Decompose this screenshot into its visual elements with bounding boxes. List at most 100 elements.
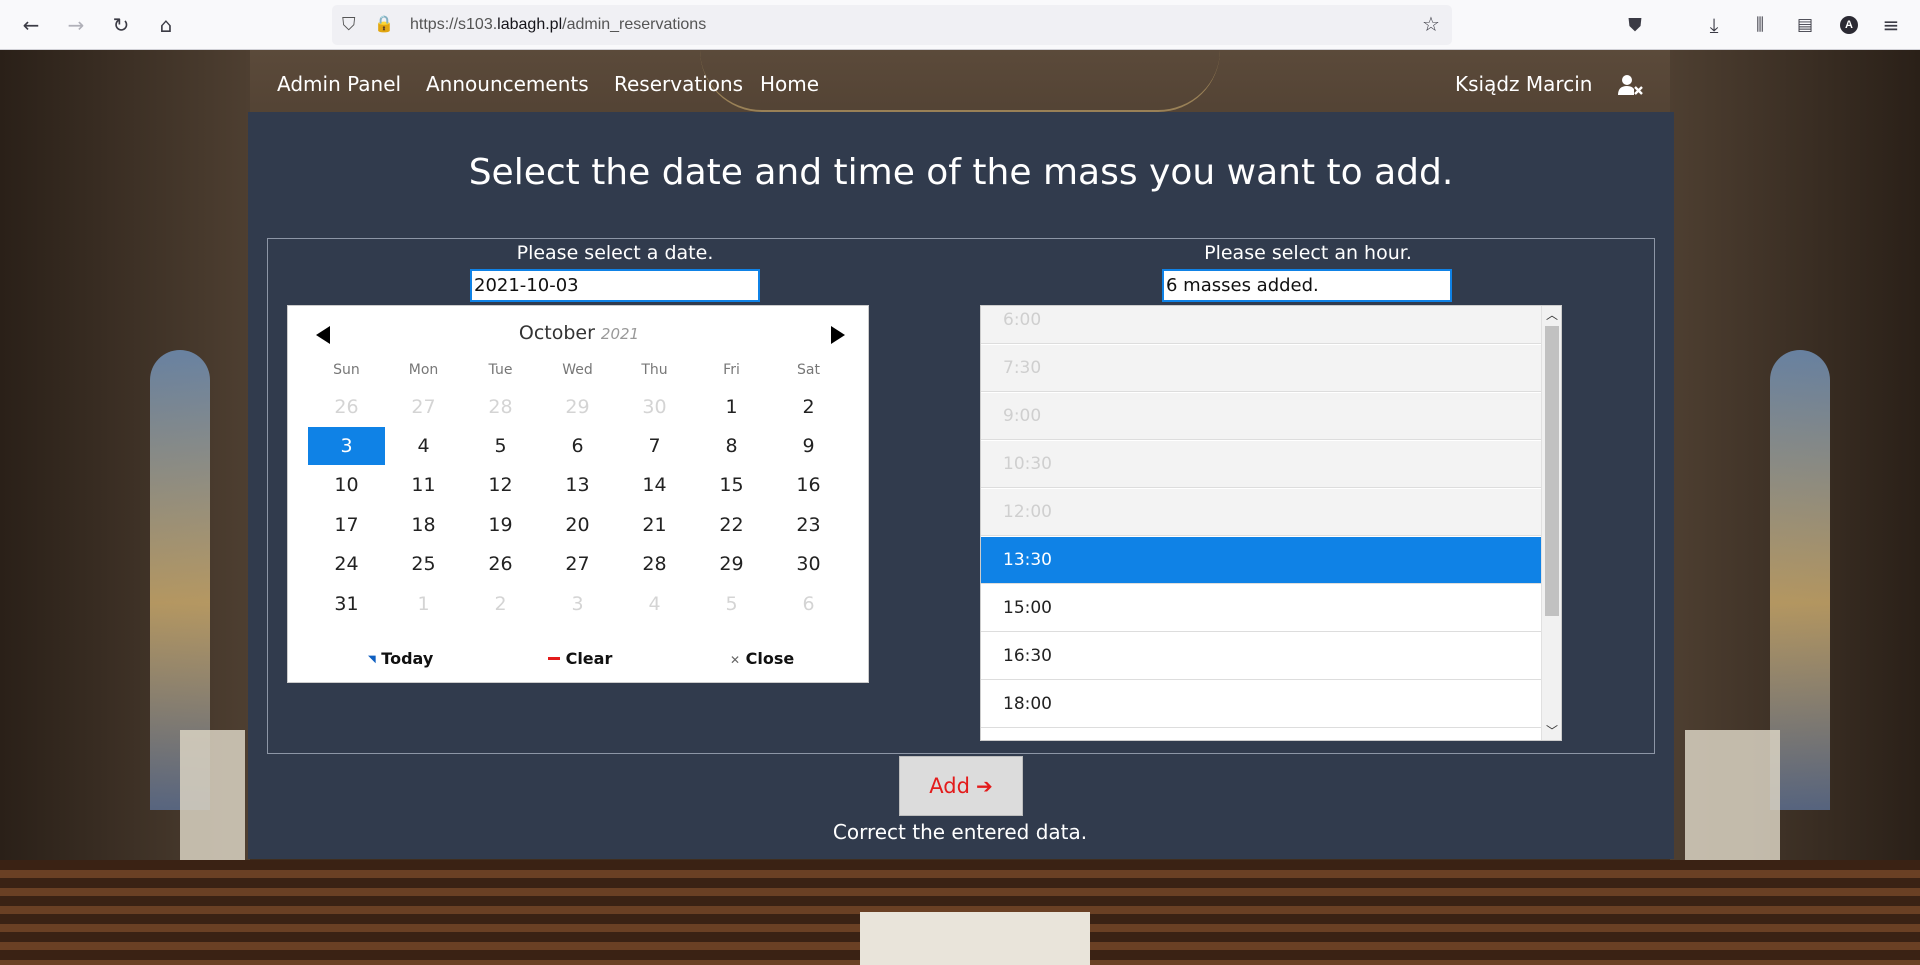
hour-option[interactable]: 13:30: [981, 537, 1541, 584]
calendar-day[interactable]: 5: [462, 427, 539, 465]
clear-button[interactable]: Clear: [548, 649, 612, 668]
calendar-day[interactable]: 4: [616, 585, 693, 623]
url-bar[interactable]: ⛉ 🔒 https://s103.labagh.pl/admin_reserva…: [332, 5, 1452, 45]
add-button-label: Add: [929, 774, 970, 798]
url-text: https://s103.labagh.pl/admin_reservation…: [410, 16, 707, 33]
scrollbar-thumb[interactable]: [1545, 326, 1559, 616]
calendar-day[interactable]: 14: [616, 466, 693, 504]
calendar-day[interactable]: 1: [385, 585, 462, 623]
calendar-day[interactable]: 19: [462, 506, 539, 544]
calendar-day[interactable]: 4: [385, 427, 462, 465]
menu-icon[interactable]: ≡: [1876, 10, 1906, 40]
account-icon[interactable]: A: [1834, 10, 1864, 40]
calendar-day[interactable]: 28: [616, 545, 693, 583]
weekday-header: Fri: [723, 362, 740, 378]
pocket-icon[interactable]: ⛊: [1620, 10, 1650, 40]
bookmark-star-icon[interactable]: ☆: [1422, 12, 1440, 36]
today-icon: ◥: [368, 654, 376, 665]
calendar-day[interactable]: 3: [308, 427, 385, 465]
browser-toolbar: ← → ↻ ⌂ ⛉ 🔒 https://s103.labagh.pl/admin…: [0, 0, 1920, 50]
calendar-day[interactable]: 26: [462, 545, 539, 583]
calendar-day[interactable]: 21: [616, 506, 693, 544]
calendar-day[interactable]: 18: [385, 506, 462, 544]
date-input[interactable]: 2021-10-03: [470, 269, 760, 302]
forward-icon[interactable]: →: [61, 10, 91, 40]
hour-option: 7:30: [981, 345, 1541, 392]
calendar-day[interactable]: 17: [308, 506, 385, 544]
add-button[interactable]: Add ➔: [899, 756, 1023, 816]
hour-option[interactable]: 15:00: [981, 585, 1541, 632]
lock-icon: 🔒: [374, 14, 394, 33]
calendar-day[interactable]: 24: [308, 545, 385, 583]
calendar-day[interactable]: 30: [616, 388, 693, 426]
shield-icon: ⛉: [342, 14, 356, 35]
calendar-day[interactable]: 2: [770, 388, 847, 426]
hour-option: 12:00: [981, 489, 1541, 536]
calendar-day[interactable]: 6: [770, 585, 847, 623]
weekday-header: Wed: [562, 362, 593, 378]
library-icon[interactable]: ⫼: [1745, 10, 1775, 40]
nav-home[interactable]: Home: [760, 72, 819, 96]
hour-label: Please select an hour.: [1204, 242, 1412, 264]
close-icon: ✕: [730, 653, 741, 667]
scrollbar[interactable]: ︿ ﹀: [1541, 306, 1561, 740]
hour-list: 6:00 7:30 9:00 10:30 12:00 13:30 15:00 16:30 18:…: [980, 305, 1562, 741]
scroll-up-icon[interactable]: ︿: [1542, 306, 1561, 324]
calendar-day[interactable]: 2: [462, 585, 539, 623]
calendar-day[interactable]: 13: [539, 466, 616, 504]
weekday-header: Sun: [333, 362, 360, 378]
calendar-day[interactable]: 15: [693, 466, 770, 504]
calendar-year: 2021: [600, 325, 640, 343]
calendar-day[interactable]: 6: [539, 427, 616, 465]
calendar-day[interactable]: 20: [539, 506, 616, 544]
calendar-day[interactable]: 12: [462, 466, 539, 504]
hour-option: 9:00: [981, 393, 1541, 440]
calendar-day[interactable]: 22: [693, 506, 770, 544]
calendar-day[interactable]: 11: [385, 466, 462, 504]
calendar-day[interactable]: 1: [693, 388, 770, 426]
calendar-day[interactable]: 31: [308, 585, 385, 623]
calendar-month: October: [518, 322, 595, 344]
calendar-day[interactable]: 16: [770, 466, 847, 504]
calendar-day[interactable]: 9: [770, 427, 847, 465]
calendar-title: October 2021: [288, 322, 870, 344]
calendar-day[interactable]: 8: [693, 427, 770, 465]
home-icon[interactable]: ⌂: [151, 10, 181, 40]
download-icon[interactable]: ⤓: [1699, 10, 1729, 40]
reload-icon[interactable]: ↻: [106, 10, 136, 40]
calendar-day[interactable]: 29: [693, 545, 770, 583]
today-button[interactable]: ◥ Today: [368, 649, 433, 668]
sidebar-icon[interactable]: ▤: [1790, 10, 1820, 40]
calendar-day[interactable]: 28: [462, 388, 539, 426]
calendar-day[interactable]: 27: [385, 388, 462, 426]
hour-option[interactable]: 16:30: [981, 633, 1541, 680]
calendar-day[interactable]: 29: [539, 388, 616, 426]
scroll-down-icon[interactable]: ﹀: [1542, 722, 1561, 740]
calendar-day[interactable]: 25: [385, 545, 462, 583]
status-message: Correct the entered data.: [832, 820, 1088, 844]
hour-option[interactable]: 18:00: [981, 681, 1541, 728]
altar: [860, 912, 1090, 965]
calendar-day[interactable]: 27: [539, 545, 616, 583]
clear-icon: [548, 657, 560, 660]
user-name: Ksiądz Marcin: [1455, 72, 1593, 96]
calendar-day[interactable]: 30: [770, 545, 847, 583]
user-logout-icon[interactable]: [1617, 73, 1643, 97]
arrow-right-icon: ➔: [975, 774, 993, 798]
calendar-day[interactable]: 10: [308, 466, 385, 504]
calendar-day[interactable]: 23: [770, 506, 847, 544]
calendar-day[interactable]: 26: [308, 388, 385, 426]
nav-announcements[interactable]: Announcements: [426, 72, 589, 96]
calendar-day[interactable]: 3: [539, 585, 616, 623]
hour-option: 6:00: [981, 306, 1541, 344]
calendar-day[interactable]: 5: [693, 585, 770, 623]
calendar-day[interactable]: 7: [616, 427, 693, 465]
hour-input[interactable]: 6 masses added.: [1162, 269, 1452, 302]
weekday-header: Tue: [488, 362, 513, 378]
weekday-header: Sat: [797, 362, 820, 378]
close-button[interactable]: ✕ Close: [730, 649, 794, 668]
nav-reservations[interactable]: Reservations: [614, 72, 743, 96]
back-icon[interactable]: ←: [16, 10, 46, 40]
nav-admin-panel[interactable]: Admin Panel: [277, 72, 401, 96]
next-month-icon[interactable]: [831, 326, 845, 344]
